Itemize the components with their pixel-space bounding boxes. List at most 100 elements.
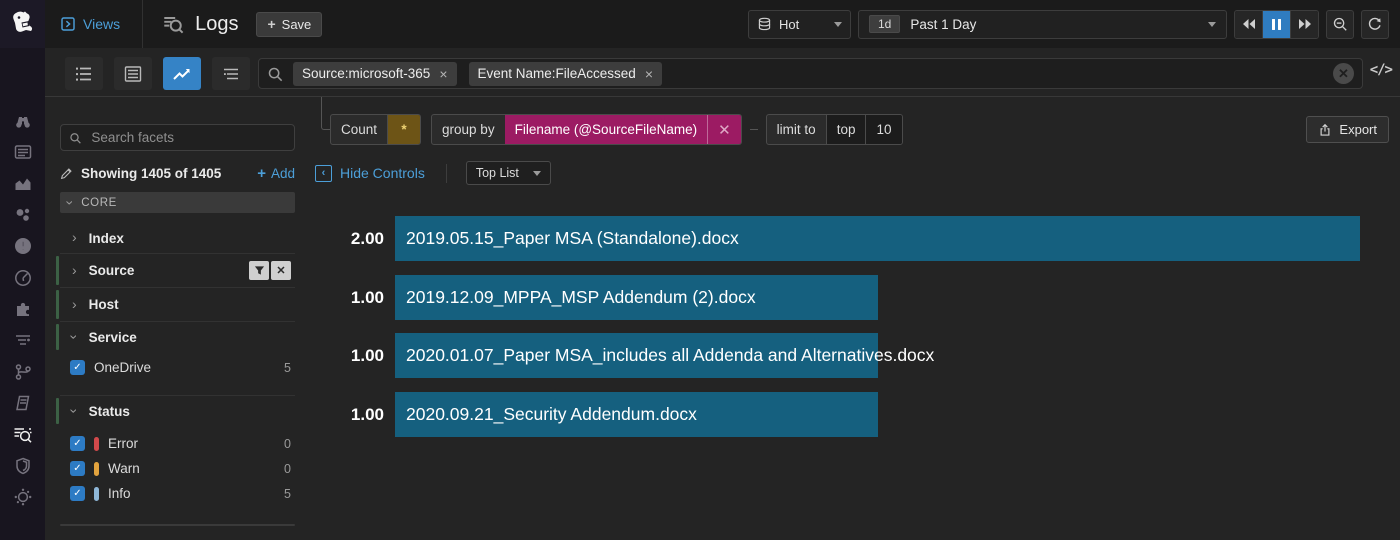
list-view-toggle[interactable] (65, 57, 103, 90)
card-list-icon[interactable] (0, 139, 45, 165)
filter-lines-icon[interactable] (0, 327, 45, 353)
binoculars-icon[interactable] (0, 108, 45, 134)
facet-value-count: 5 (284, 361, 291, 375)
retention-selector[interactable]: Hot (748, 10, 851, 39)
facet-value-label[interactable]: Info (108, 486, 131, 501)
facet-group-service[interactable]: › Service (60, 322, 295, 352)
rewind-icon (1242, 18, 1256, 30)
zoom-out-button[interactable] (1326, 10, 1354, 39)
chip-remove-icon[interactable]: × (439, 66, 447, 82)
facet-group-index[interactable]: › Index (60, 223, 295, 253)
fast-forward-icon (1298, 18, 1312, 30)
query-bar: Source:microsoft-365× Event Name:FileAcce… (45, 48, 1400, 97)
facet-checkbox[interactable]: ✓ (70, 436, 85, 451)
zoom-out-icon (1332, 16, 1348, 32)
logs-search-icon (161, 12, 185, 36)
toplist-bar[interactable]: 2019.05.15_Paper MSA (Standalone).docx (395, 216, 1360, 261)
save-button[interactable]: + Save (256, 12, 322, 37)
status-color-pill (94, 487, 99, 501)
code-view-button[interactable]: </> (1370, 62, 1392, 78)
notebook-icon[interactable] (0, 390, 45, 416)
limit-mode[interactable]: top (826, 115, 866, 144)
detail-view-toggle[interactable] (114, 57, 152, 90)
facet-value-label[interactable]: OneDrive (94, 360, 151, 375)
dog-logo-icon[interactable] (0, 0, 45, 48)
database-icon (757, 17, 772, 32)
facet-group-host[interactable]: › Host (60, 288, 295, 321)
funnel-icon[interactable] (249, 261, 269, 280)
facet-group-source[interactable]: › Source ✕ (60, 254, 295, 287)
facet-checkbox[interactable]: ✓ (70, 486, 85, 501)
pause-button[interactable] (1263, 11, 1291, 38)
status-facet-values: ✓Error0✓Warn0✓Info5 (60, 431, 295, 506)
facet-search-field[interactable] (60, 124, 295, 151)
limit-value[interactable]: 10 (865, 115, 901, 144)
search-filter-chip[interactable]: Source:microsoft-365× (293, 62, 457, 86)
remove-filter-icon[interactable]: ✕ (271, 261, 291, 280)
group-by-control[interactable]: group by Filename (@SourceFileName) ✕ (431, 114, 742, 145)
grouped-view-toggle[interactable] (212, 57, 250, 90)
count-control[interactable]: Count * (330, 114, 421, 145)
toplist-bar[interactable]: 2020.09.21_Security Addendum.docx (395, 392, 878, 437)
chip-remove-icon[interactable]: × (645, 66, 653, 82)
count-argument[interactable]: * (387, 115, 420, 144)
bar-value-label: 2.00 (330, 216, 384, 261)
facet-group-status[interactable]: › Status (60, 396, 295, 426)
gauge-icon[interactable] (0, 265, 45, 291)
visualization-type-selector[interactable]: Top List (466, 161, 551, 185)
branch-icon[interactable] (0, 359, 45, 385)
clear-query-button[interactable]: ✕ (1333, 63, 1354, 84)
export-button[interactable]: Export (1306, 116, 1389, 143)
hide-controls-label: Hide Controls (340, 165, 425, 181)
facet-value-label[interactable]: Error (108, 436, 138, 451)
alert-circle-icon[interactable] (0, 233, 45, 259)
group-by-label[interactable]: group by (432, 115, 505, 144)
core-section-header[interactable]: › CORE (60, 192, 295, 213)
puzzle-piece-icon[interactable] (0, 296, 45, 322)
area-chart-icon[interactable] (0, 171, 45, 197)
logs-page-title-group: Logs (161, 12, 238, 36)
count-label[interactable]: Count (331, 115, 387, 144)
pause-icon (1272, 19, 1281, 30)
rewind-button[interactable] (1235, 11, 1263, 38)
search-input[interactable]: Source:microsoft-365× Event Name:FileAcce… (258, 58, 1363, 89)
facet-checkbox[interactable]: ✓ (70, 461, 85, 476)
top-bar: Views Logs + Save (0, 0, 1400, 49)
add-facet-button[interactable]: + Add (257, 165, 295, 182)
bar-track: 2019.12.09_MPPA_MSP Addendum (2).docx (395, 275, 1360, 320)
toplist-bar[interactable]: 2020.01.07_Paper MSA_includes all Addend… (395, 333, 878, 378)
network-icon[interactable] (0, 484, 45, 510)
shield-icon[interactable] (0, 453, 45, 479)
facet-value-label[interactable]: Warn (108, 461, 140, 476)
search-filter-chip[interactable]: Event Name:FileAccessed× (469, 62, 663, 86)
facet-search-input[interactable] (89, 129, 286, 146)
add-facet-label: Add (271, 166, 295, 181)
toplist-bar[interactable]: 2019.12.09_MPPA_MSP Addendum (2).docx (395, 275, 878, 320)
divider (446, 164, 447, 183)
limit-control[interactable]: limit to top 10 (766, 114, 903, 145)
chart-view-toggle[interactable] (163, 57, 201, 90)
cluster-dots-icon[interactable] (0, 202, 45, 228)
clear-circle-icon: ✕ (1338, 66, 1349, 82)
facet-checkbox[interactable]: ✓ (70, 360, 85, 375)
facet-active-strip (56, 398, 59, 424)
pencil-icon[interactable] (60, 167, 73, 180)
chevron-down-icon: › (67, 409, 81, 414)
group-by-field-chip[interactable]: Filename (@SourceFileName) (505, 115, 708, 144)
fast-forward-button[interactable] (1291, 11, 1318, 38)
remove-group-by-icon[interactable]: ✕ (707, 115, 741, 144)
facet-group-label: Source (89, 263, 135, 278)
logs-search-icon[interactable] (0, 421, 45, 447)
views-button[interactable]: Views (60, 16, 120, 32)
detailed-list-icon (123, 65, 143, 83)
toplist-row: 1.002020.01.07_Paper MSA_includes all Ad… (330, 333, 1360, 378)
limit-label: limit to (767, 115, 826, 144)
time-range-selector[interactable]: 1d Past 1 Day (858, 10, 1227, 39)
retention-value: Hot (779, 17, 827, 32)
caret-down-icon (1208, 22, 1216, 27)
plus-icon: + (267, 16, 275, 32)
refresh-button[interactable] (1361, 10, 1389, 39)
facet-value-row: ✓Info5 (60, 481, 295, 506)
bar-track: 2020.09.21_Security Addendum.docx (395, 392, 1360, 437)
hide-controls-button[interactable]: ‹ Hide Controls (315, 165, 425, 182)
